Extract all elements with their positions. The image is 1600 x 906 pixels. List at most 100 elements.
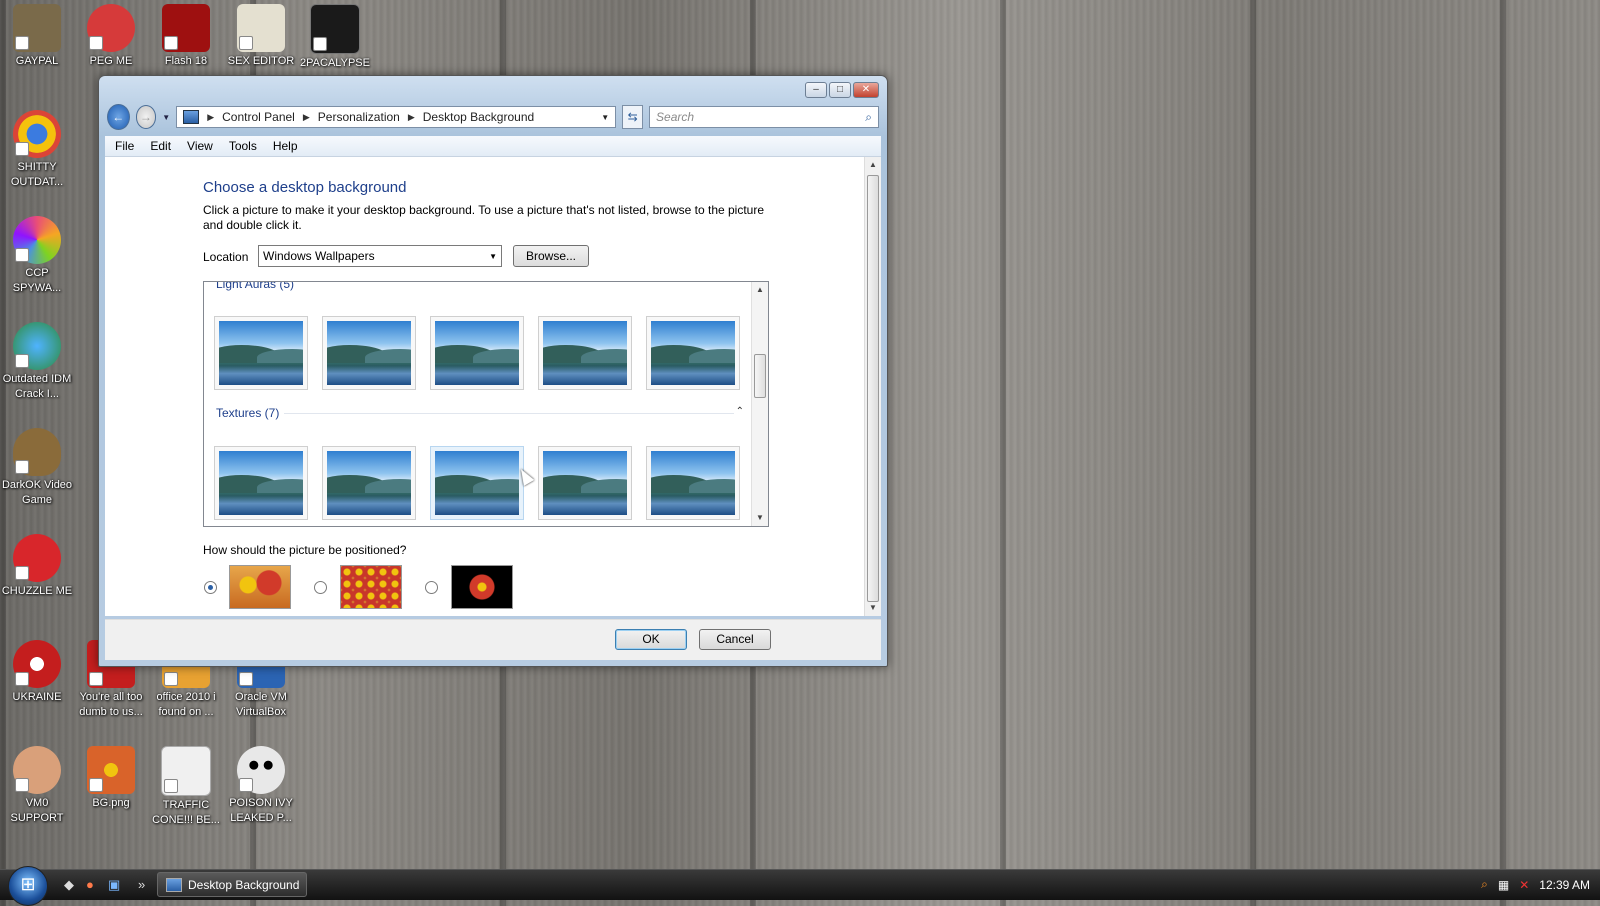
minimize-button[interactable]: –: [805, 82, 827, 98]
recent-pages-dropdown[interactable]: ▼: [162, 113, 170, 122]
search-input[interactable]: Search ⌕: [649, 106, 880, 128]
wallpaper-image: [435, 451, 519, 515]
menu-tools[interactable]: Tools: [223, 139, 263, 153]
terminal-icon: [310, 4, 360, 54]
search-icon[interactable]: ⌕: [865, 110, 872, 125]
address-dropdown-icon[interactable]: ▼: [601, 113, 609, 122]
volume-muted-icon[interactable]: ✕: [1519, 878, 1529, 892]
browser-icon[interactable]: ●: [86, 877, 94, 892]
collapse-icon[interactable]: ⌃: [736, 282, 744, 289]
breadcrumb-separator-icon: ▶: [207, 111, 215, 122]
desktop-icon-darkok[interactable]: DarkOK Video Game: [0, 428, 74, 508]
globe-icon: [13, 322, 61, 370]
wallpaper-image: [651, 321, 735, 385]
group-header-light-auras[interactable]: Light Auras (5): [216, 282, 294, 291]
location-select[interactable]: Windows Wallpapers ▼: [258, 245, 502, 267]
breadcrumb-separator-icon: ▶: [407, 111, 415, 122]
desktop-icon-2pacalypse[interactable]: 2PACALYPSE: [298, 4, 372, 71]
breadcrumb-control-panel[interactable]: Control Panel: [222, 110, 295, 124]
window-scroll-thumb[interactable]: [867, 175, 879, 602]
wallpaper-thumbnail[interactable]: [214, 446, 308, 520]
forward-button[interactable]: →: [135, 105, 157, 129]
back-arrow-icon: ←: [112, 110, 125, 124]
taskbar-item-desktop-background[interactable]: Desktop Background: [157, 872, 307, 897]
breadcrumb-desktop-background[interactable]: Desktop Background: [423, 110, 534, 124]
browse-button[interactable]: Browse...: [513, 245, 589, 267]
refresh-icon: ⇆: [627, 110, 638, 124]
position-center-radio[interactable]: [425, 581, 438, 594]
desktop-icon-ukraine[interactable]: UKRAINE: [0, 640, 74, 705]
menu-file[interactable]: File: [109, 139, 140, 153]
taskbar: ◆ ● ▣ » Desktop Background ⌕ ▦ ✕ 12:39 A…: [0, 866, 1600, 906]
wallpaper-image: [327, 451, 411, 515]
breadcrumb-personalization[interactable]: Personalization: [318, 110, 400, 124]
group-header-textures[interactable]: Textures (7): [216, 406, 279, 420]
document-icon: [161, 746, 211, 796]
position-tile-radio[interactable]: [314, 581, 327, 594]
wallpaper-thumbnail[interactable]: [214, 316, 308, 390]
search-icon[interactable]: ⌕: [1481, 877, 1488, 892]
wallpaper-thumbnail[interactable]: [322, 446, 416, 520]
desktop-icon-idm[interactable]: Outdated IDM Crack I...: [0, 322, 74, 402]
collapse-icon[interactable]: ⌃: [736, 406, 744, 417]
scroll-down-icon[interactable]: ▼: [865, 600, 881, 616]
address-bar[interactable]: ▶ Control Panel ▶ Personalization ▶ Desk…: [176, 106, 617, 128]
desktop-icon-chrome[interactable]: SHITTY OUTDAT...: [0, 110, 74, 190]
switch-windows-icon[interactable]: ▣: [108, 877, 120, 893]
peg-me-icon: [87, 4, 135, 52]
wallpaper-thumbnail-hovered[interactable]: [430, 446, 524, 520]
desktop-icon-poison-ivy[interactable]: POISON IVY LEAKED P...: [224, 746, 298, 826]
wallpaper-thumbnail[interactable]: [538, 316, 632, 390]
refresh-button[interactable]: ⇆: [622, 105, 644, 129]
wallpaper-thumbnail[interactable]: [538, 446, 632, 520]
menu-edit[interactable]: Edit: [144, 139, 177, 153]
start-button[interactable]: [8, 866, 48, 906]
wallpaper-gallery: Light Auras (5) ⌃ Textures (7) ⌃ ▲ ▼: [203, 281, 769, 527]
maximize-button[interactable]: □: [829, 82, 851, 98]
desktop-icon-vm0[interactable]: VM0 SUPPORT: [0, 746, 74, 826]
desktop-icon-flash[interactable]: Flash 18: [149, 4, 223, 69]
desktop-icon-chuzzle[interactable]: CHUZZLE ME: [0, 534, 74, 599]
back-button[interactable]: ←: [107, 104, 130, 130]
desktop-icon-bg-png[interactable]: BG.png: [74, 746, 148, 811]
position-fill-preview[interactable]: [229, 565, 291, 609]
desktop-icon-ccp[interactable]: CCP SPYWA...: [0, 216, 74, 296]
wallpaper-thumbnail[interactable]: [322, 316, 416, 390]
quick-launch-overflow-icon[interactable]: »: [138, 877, 145, 892]
wallpaper-image: [219, 451, 303, 515]
position-fill-radio[interactable]: [204, 581, 217, 594]
scroll-up-icon[interactable]: ▲: [865, 157, 881, 173]
group-divider: [284, 413, 734, 414]
page-description: Click a picture to make it your desktop …: [203, 203, 765, 232]
wallpaper-thumbnail[interactable]: [646, 446, 740, 520]
menu-view[interactable]: View: [181, 139, 219, 153]
ok-button[interactable]: OK: [615, 629, 687, 650]
gallery-scrollbar[interactable]: ▲ ▼: [751, 282, 768, 526]
menu-help[interactable]: Help: [267, 139, 304, 153]
search-placeholder: Search: [656, 110, 695, 124]
wallpaper-thumbnail[interactable]: [646, 316, 740, 390]
show-desktop-icon[interactable]: ◆: [64, 877, 74, 893]
chuzzle-icon: [13, 534, 61, 582]
desktop-icon-gaypal[interactable]: GAYPAL: [0, 4, 74, 69]
desktop-icon-sex-editor[interactable]: SEX EDITOR: [224, 4, 298, 69]
scroll-up-icon[interactable]: ▲: [752, 282, 768, 298]
desktop-icon-peg-me[interactable]: PEG ME: [74, 4, 148, 69]
skull-icon: [237, 746, 285, 794]
clock[interactable]: 12:39 AM: [1539, 878, 1590, 892]
editor-icon: [237, 4, 285, 52]
content-area: Choose a desktop background Click a pict…: [105, 157, 881, 616]
chevron-down-icon: ▼: [489, 251, 497, 261]
network-icon[interactable]: ▦: [1498, 878, 1509, 892]
window-scrollbar[interactable]: ▲ ▼: [864, 157, 881, 616]
position-center-preview[interactable]: [451, 565, 513, 609]
close-button[interactable]: ✕: [853, 82, 879, 98]
position-tile-preview[interactable]: [340, 565, 402, 609]
wallpaper-image: [435, 321, 519, 385]
desktop-icon-traffic-cone[interactable]: TRAFFIC CONE!!! BE...: [149, 746, 223, 828]
gallery-scroll-thumb[interactable]: [754, 354, 766, 398]
wallpaper-thumbnail[interactable]: [430, 316, 524, 390]
money-bag-icon: [13, 428, 61, 476]
scroll-down-icon[interactable]: ▼: [752, 510, 768, 526]
cancel-button[interactable]: Cancel: [699, 629, 771, 650]
